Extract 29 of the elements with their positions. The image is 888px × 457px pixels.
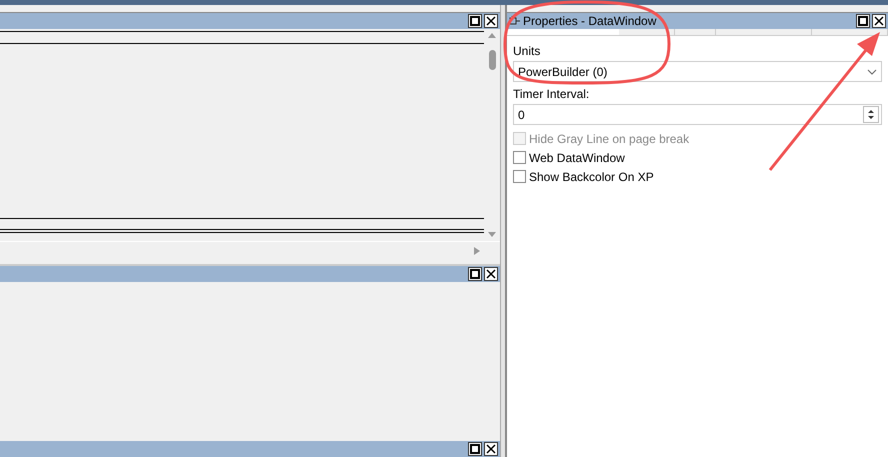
field-label: Timer Interval: [513,87,590,101]
scrollbar-thumb[interactable] [488,50,496,70]
maximize-icon [858,16,868,26]
checkbox-label[interactable]: Show Backcolor On XP [529,170,654,184]
pin-icon[interactable] [509,15,521,27]
chevron-down-icon [867,68,877,74]
close-icon [486,444,496,454]
panel-title: Properties - DataWindow [523,14,656,28]
checkbox[interactable] [513,170,526,183]
close-icon [486,269,496,279]
interval-spinner[interactable]: 0 [513,104,882,125]
maximize-button[interactable] [856,14,870,28]
checkbox-label[interactable]: Web DataWindow [529,150,625,164]
close-icon [874,16,884,26]
close-button[interactable] [484,267,498,281]
maximize-button[interactable] [468,267,482,281]
maximize-icon [470,16,480,26]
close-button[interactable] [484,14,498,28]
close-icon [486,16,496,26]
maximize-icon [470,444,480,454]
close-button[interactable] [872,14,886,28]
maximize-button[interactable] [468,442,482,456]
maximize-button[interactable] [468,14,482,28]
units-dropdown[interactable]: PowerBuilder (0) [513,61,882,82]
spin-arrows-icon [863,106,879,123]
close-button[interactable] [484,442,498,456]
checkbox[interactable] [513,151,526,164]
field-label: Units [513,44,540,58]
maximize-icon [470,269,480,279]
